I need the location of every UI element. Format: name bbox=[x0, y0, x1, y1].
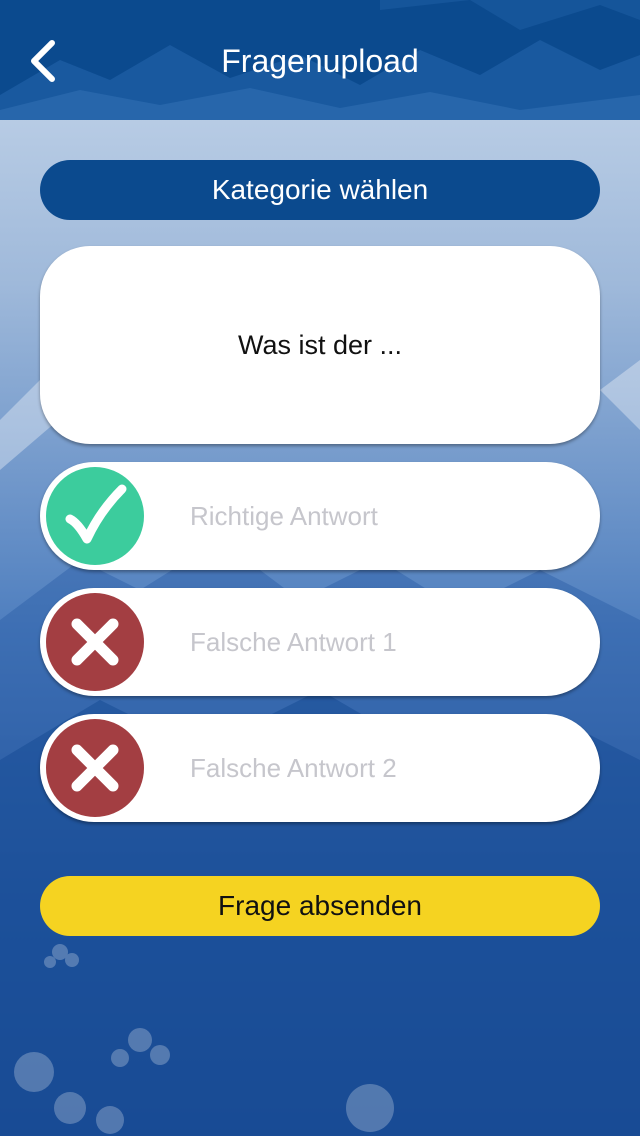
wrong-answer-2-row bbox=[40, 714, 600, 822]
wrong-answer-1-row bbox=[40, 588, 600, 696]
wrong-answer-2-input[interactable] bbox=[190, 714, 580, 822]
checkmark-icon bbox=[65, 484, 127, 544]
wrong-answer-1-badge bbox=[46, 593, 144, 691]
question-text-field[interactable]: Was ist der ... bbox=[40, 246, 600, 444]
page-title: Fragenupload bbox=[221, 43, 419, 79]
wrong-answer-2-badge bbox=[46, 719, 144, 817]
submit-question-button[interactable]: Frage absenden bbox=[40, 876, 600, 936]
wrong-answer-1-input[interactable] bbox=[190, 588, 580, 696]
correct-answer-row bbox=[40, 462, 600, 570]
correct-answer-badge bbox=[46, 467, 144, 565]
cross-icon bbox=[71, 618, 119, 666]
select-category-button[interactable]: Kategorie wählen bbox=[40, 160, 600, 220]
question-upload-form: Kategorie wählen Was ist der ... Frage a… bbox=[0, 120, 640, 1136]
correct-answer-input[interactable] bbox=[190, 462, 580, 570]
cross-icon bbox=[71, 744, 119, 792]
navigation-bar: Fragenupload bbox=[0, 0, 640, 120]
